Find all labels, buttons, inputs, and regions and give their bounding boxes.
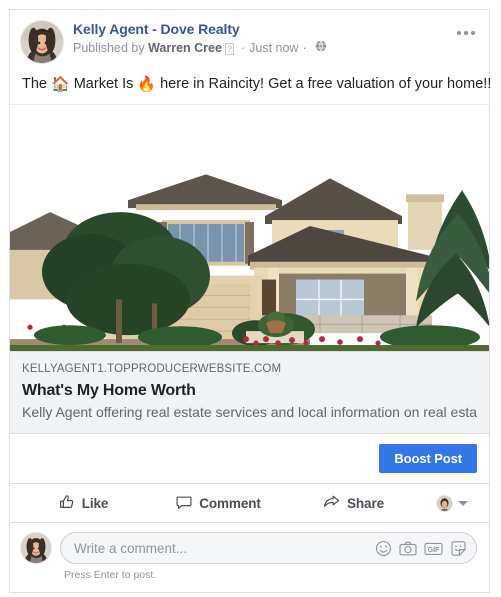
comment-button[interactable]: Comment (151, 484, 286, 522)
like-button[interactable]: Like (16, 484, 151, 522)
published-by-label: Published by (73, 41, 145, 55)
mini-profile-photo (436, 494, 453, 512)
byline-separator-2: · (302, 41, 307, 55)
comment-label: Comment (199, 495, 261, 511)
emoji-icon[interactable] (375, 540, 392, 557)
share-label: Share (346, 495, 385, 511)
house-emoji: 🏠 (51, 76, 70, 93)
globe-icon[interactable] (315, 40, 327, 57)
post-photo[interactable]: 0%#5f93c9 0%#efe0c0 0%#8a7257 (10, 104, 489, 352)
page-name[interactable]: Kelly Agent - Dove Realty (73, 21, 477, 38)
post-header: Kelly Agent - Dove Realty Published by W… (10, 10, 489, 68)
link-preview-card[interactable]: KELLYAGENT1.TOPPRODUCERWEBSITE.COM What'… (10, 352, 489, 434)
avatar[interactable] (20, 20, 64, 64)
press-enter-hint: Press Enter to post. (64, 569, 157, 581)
post-header-text: Kelly Agent - Dove Realty Published by W… (73, 20, 477, 57)
comment-composer: GIF Press Enter to post. (10, 523, 489, 592)
composer-column: GIF Press Enter to post. (60, 532, 477, 582)
link-title[interactable]: What's My Home Worth (22, 380, 477, 401)
comment-bubble-icon (176, 494, 192, 513)
sticker-icon[interactable] (450, 540, 467, 557)
post-message: The 🏠 Market Is 🔥 here in Raincity! Get … (10, 68, 492, 104)
link-description: Kelly Agent offering real estate service… (22, 404, 477, 420)
message-part-3: here in Raincity! Get a free valuation o… (156, 76, 492, 92)
boost-row: Boost Post (10, 434, 489, 484)
comment-input[interactable] (74, 540, 375, 556)
facebook-post-card: Kelly Agent - Dove Realty Published by W… (9, 9, 492, 593)
composer-icon-group: GIF (375, 540, 467, 557)
gif-icon[interactable]: GIF (424, 540, 443, 557)
link-domain: KELLYAGENT1.TOPPRODUCERWEBSITE.COM (22, 363, 282, 375)
post-timestamp[interactable]: Just now (249, 40, 298, 57)
boost-post-button[interactable]: Boost Post (379, 444, 477, 473)
ellipsis-dot (471, 31, 475, 35)
help-badge[interactable]: ? (224, 42, 234, 55)
thumbs-up-icon (59, 494, 75, 513)
audience-selector[interactable] (421, 494, 483, 512)
svg-text:GIF: GIF (428, 547, 440, 554)
post-byline: Published by Warren Cree ? · Just now · (73, 40, 477, 57)
like-label: Like (81, 495, 109, 511)
post-action-bar: Like Comment Share (10, 484, 489, 523)
publisher-name[interactable]: Warren Cree (148, 40, 222, 57)
chevron-down-icon (458, 500, 468, 506)
commenter-profile-photo[interactable] (20, 532, 52, 564)
profile-photo-woman-image (21, 21, 63, 63)
message-part-1: The (22, 76, 52, 92)
share-button[interactable]: Share (286, 484, 421, 522)
comment-input-wrapper[interactable]: GIF (60, 532, 477, 564)
fire-emoji: 🔥 (137, 76, 157, 93)
message-part-2: Market Is (69, 76, 138, 92)
post-more-options-button[interactable] (453, 24, 479, 42)
ellipsis-dot (464, 31, 468, 35)
share-arrow-icon (323, 494, 340, 513)
camera-icon[interactable] (399, 540, 417, 557)
ellipsis-dot (457, 31, 461, 35)
byline-separator-1: · (240, 41, 246, 55)
